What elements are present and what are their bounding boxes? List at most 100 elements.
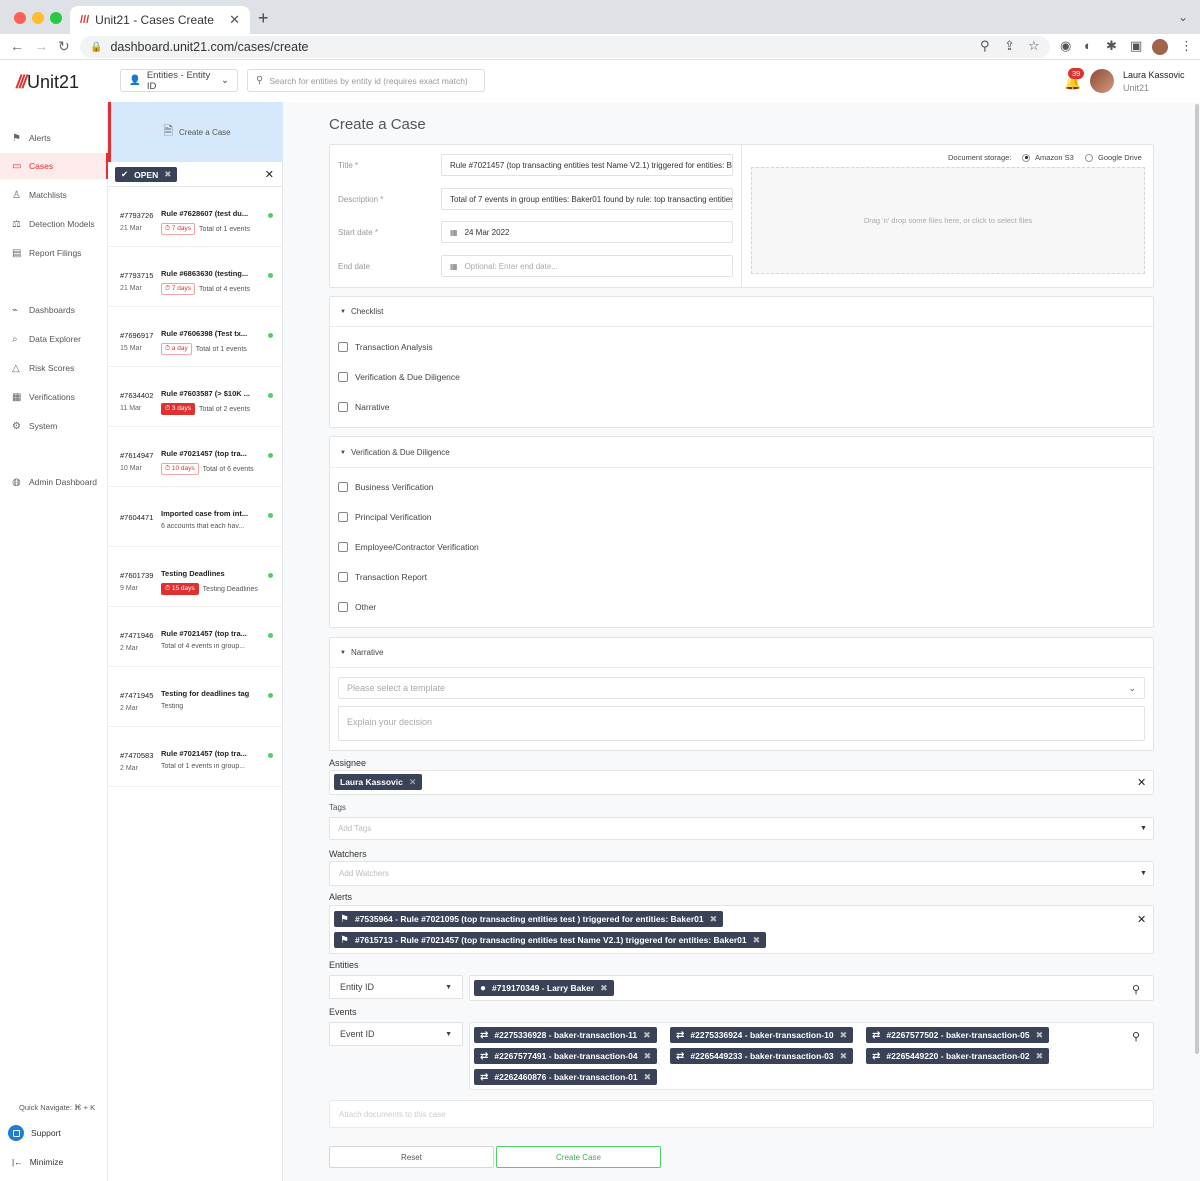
assignee-chip[interactable]: Laura Kassovic ✕ — [334, 774, 423, 790]
reload-icon[interactable]: ↻ — [58, 38, 70, 55]
caret-down-icon[interactable]: ▼ — [1140, 870, 1147, 877]
remove-chip-icon[interactable]: ✖ — [710, 914, 718, 925]
sidebar-item-verifications[interactable]: ▦ Verifications — [0, 384, 108, 410]
support-button[interactable]: Support — [8, 1125, 61, 1141]
sidebar-item-detection-models[interactable]: ⚖ Detection Models — [0, 211, 108, 237]
template-select[interactable]: Please select a template ⌄ — [338, 677, 1145, 699]
sidebar-item-admin-dashboard[interactable]: ◍ Admin Dashboard — [0, 469, 108, 495]
checkbox[interactable] — [338, 602, 348, 612]
remove-chip-icon[interactable]: ✖ — [600, 983, 608, 994]
checkbox[interactable] — [338, 402, 348, 412]
event-chip[interactable]: ⇄ #2265449220 - baker-transaction-02 ✖ — [866, 1048, 1050, 1064]
address-bar[interactable]: 🔒 dashboard.unit21.com/cases/create — [80, 36, 1050, 58]
entity-chip[interactable]: ● #719170349 - Larry Baker ✖ — [474, 980, 614, 996]
remove-chip-icon[interactable]: ✕ — [409, 777, 417, 788]
search-icon[interactable]: ⚲ — [1132, 1030, 1140, 1043]
tab-close-icon[interactable]: ✕ — [229, 12, 240, 28]
sidebar-item-report-filings[interactable]: ▤ Report Filings — [0, 240, 108, 266]
case-list-item[interactable]: #7696917 15 Mar Rule #7606398 (Test tx... ⏱… — [108, 307, 283, 367]
remove-chip-icon[interactable]: ✖ — [840, 1051, 848, 1062]
browser-tab[interactable]: /// Unit21 - Cases Create ✕ — [70, 6, 250, 34]
verification-item[interactable]: Other — [338, 602, 376, 612]
case-list-item[interactable]: #7604471 Imported case from int... 6 accou… — [108, 487, 283, 547]
remove-chip-icon[interactable]: ✖ — [840, 1030, 848, 1041]
tags-field[interactable] — [329, 817, 1154, 840]
verification-item[interactable]: Business Verification — [338, 482, 433, 492]
zoom-icon[interactable]: ⚲ — [980, 38, 990, 54]
file-dropzone[interactable]: Drag 'n' drop some files here, or click … — [751, 167, 1145, 274]
case-list-item[interactable]: #7470583 2 Mar Rule #7021457 (top tra... To… — [108, 727, 283, 787]
event-chip[interactable]: ⇄ #2262460876 - baker-transaction-01 ✖ — [474, 1069, 658, 1085]
remove-chip-icon[interactable]: ✖ — [643, 1030, 651, 1041]
remove-chip-icon[interactable]: ✖ — [1036, 1030, 1044, 1041]
forward-icon[interactable]: → — [34, 38, 48, 54]
minimize-window-button[interactable] — [32, 12, 44, 24]
alert-chip[interactable]: ⚑ #7615713 - Rule #7021457 (top transacti… — [334, 932, 767, 948]
create-case-button[interactable]: Create Case — [496, 1146, 661, 1168]
checkbox[interactable] — [338, 372, 348, 382]
entity-type-select[interactable]: 👤 Entities - Entity ID ⌄ — [120, 69, 238, 92]
clear-assignee-icon[interactable]: ✕ — [1137, 776, 1146, 789]
extension-icon[interactable]: ◉ — [1060, 38, 1071, 54]
sidebar-item-risk-scores[interactable]: △ Risk Scores — [0, 355, 108, 381]
remove-chip-icon[interactable]: ✖ — [644, 1072, 652, 1083]
puzzle-icon[interactable]: ✱ — [1106, 38, 1117, 54]
checklist-item[interactable]: Transaction Analysis — [338, 342, 433, 352]
checkbox[interactable] — [338, 342, 348, 352]
verification-item[interactable]: Employee/Contractor Verification — [338, 542, 479, 552]
extension-c-icon[interactable]: ◐ — [1084, 38, 1092, 53]
scrollbar[interactable] — [1195, 104, 1199, 1054]
entity-search-input[interactable]: ⚲ Search for entities by entity id (requ… — [247, 69, 485, 92]
case-list-item[interactable]: #7793726 21 Mar Rule #7628607 (test du... ⏱… — [108, 187, 283, 247]
unit21-logo[interactable]: /// Unit21 — [16, 72, 79, 93]
maximize-window-button[interactable] — [50, 12, 62, 24]
sidebar-item-cases[interactable]: ▭ Cases — [0, 153, 108, 179]
checklist-item[interactable]: Verification & Due Diligence — [338, 372, 460, 382]
storage-option-s3[interactable]: Amazon S3 — [1022, 153, 1074, 162]
narrative-header[interactable]: ▼ Narrative — [340, 648, 383, 657]
clear-alerts-icon[interactable]: ✕ — [1137, 913, 1146, 926]
remove-chip-icon[interactable]: ✖ — [753, 935, 761, 946]
sidebar-item-matchlists[interactable]: ♙ Matchlists — [0, 182, 108, 208]
verification-header[interactable]: ▼ Verification & Due Diligence — [340, 448, 450, 457]
alert-chip[interactable]: ⚑ #7535964 - Rule #7021095 (top transacti… — [334, 911, 724, 927]
checklist-item[interactable]: Narrative — [338, 402, 389, 412]
back-icon[interactable]: ← — [10, 38, 24, 54]
verification-item[interactable]: Principal Verification — [338, 512, 432, 522]
watchers-field[interactable] — [329, 861, 1154, 886]
sidepanel-icon[interactable]: ▣ — [1130, 38, 1142, 54]
avatar[interactable] — [1090, 69, 1114, 93]
title-input[interactable]: Rule #7021457 (top transacting entities … — [441, 154, 733, 176]
reset-button[interactable]: Reset — [329, 1146, 494, 1168]
search-icon[interactable]: ⚲ — [1132, 983, 1140, 996]
event-chip[interactable]: ⇄ #2265449233 - baker-transaction-03 ✖ — [670, 1048, 854, 1064]
checkbox[interactable] — [338, 572, 348, 582]
minimize-sidebar-button[interactable]: |← Minimize — [12, 1157, 63, 1167]
verification-item[interactable]: Transaction Report — [338, 572, 427, 582]
start-date-input[interactable]: ▦ 24 Mar 2022 — [441, 221, 733, 243]
event-chip[interactable]: ⇄ #2267577491 - baker-transaction-04 ✖ — [474, 1048, 658, 1064]
event-id-type-select[interactable]: Event ID ▼ — [329, 1022, 463, 1046]
bookmark-star-icon[interactable]: ☆ — [1028, 38, 1040, 54]
storage-option-gdrive[interactable]: Google Drive — [1085, 153, 1142, 162]
end-date-input[interactable]: ▦ Optional: Enter end date... — [441, 255, 733, 277]
case-list-item[interactable]: #7471945 2 Mar Testing for deadlines tag Te… — [108, 667, 283, 727]
checkbox[interactable] — [338, 482, 348, 492]
remove-chip-icon[interactable]: ✖ — [164, 169, 171, 180]
caret-down-icon[interactable]: ▼ — [1140, 825, 1147, 832]
user-name[interactable]: Laura Kassovic — [1123, 70, 1185, 80]
tab-search-chevron-icon[interactable]: ⌄ — [1178, 10, 1188, 24]
checkbox[interactable] — [338, 512, 348, 522]
sidebar-item-system[interactable]: ⚙ System — [0, 413, 108, 439]
profile-avatar[interactable] — [1152, 39, 1168, 55]
case-list-item[interactable]: #7614947 10 Mar Rule #7021457 (top tra... ⏱… — [108, 427, 283, 487]
sidebar-item-data-explorer[interactable]: ⌕ Data Explorer — [0, 326, 108, 352]
clear-filter-icon[interactable]: ✕ — [265, 168, 274, 181]
event-chip[interactable]: ⇄ #2275336924 - baker-transaction-10 ✖ — [670, 1027, 854, 1043]
case-list-item[interactable]: #7601739 9 Mar Testing Deadlines ⏱ 15 days T… — [108, 547, 283, 607]
assignee-field[interactable] — [329, 770, 1154, 795]
remove-chip-icon[interactable]: ✖ — [1036, 1051, 1044, 1062]
checkbox[interactable] — [338, 542, 348, 552]
status-filter-chip[interactable]: ✔ OPEN ✖ — [115, 167, 178, 182]
remove-chip-icon[interactable]: ✖ — [644, 1051, 652, 1062]
